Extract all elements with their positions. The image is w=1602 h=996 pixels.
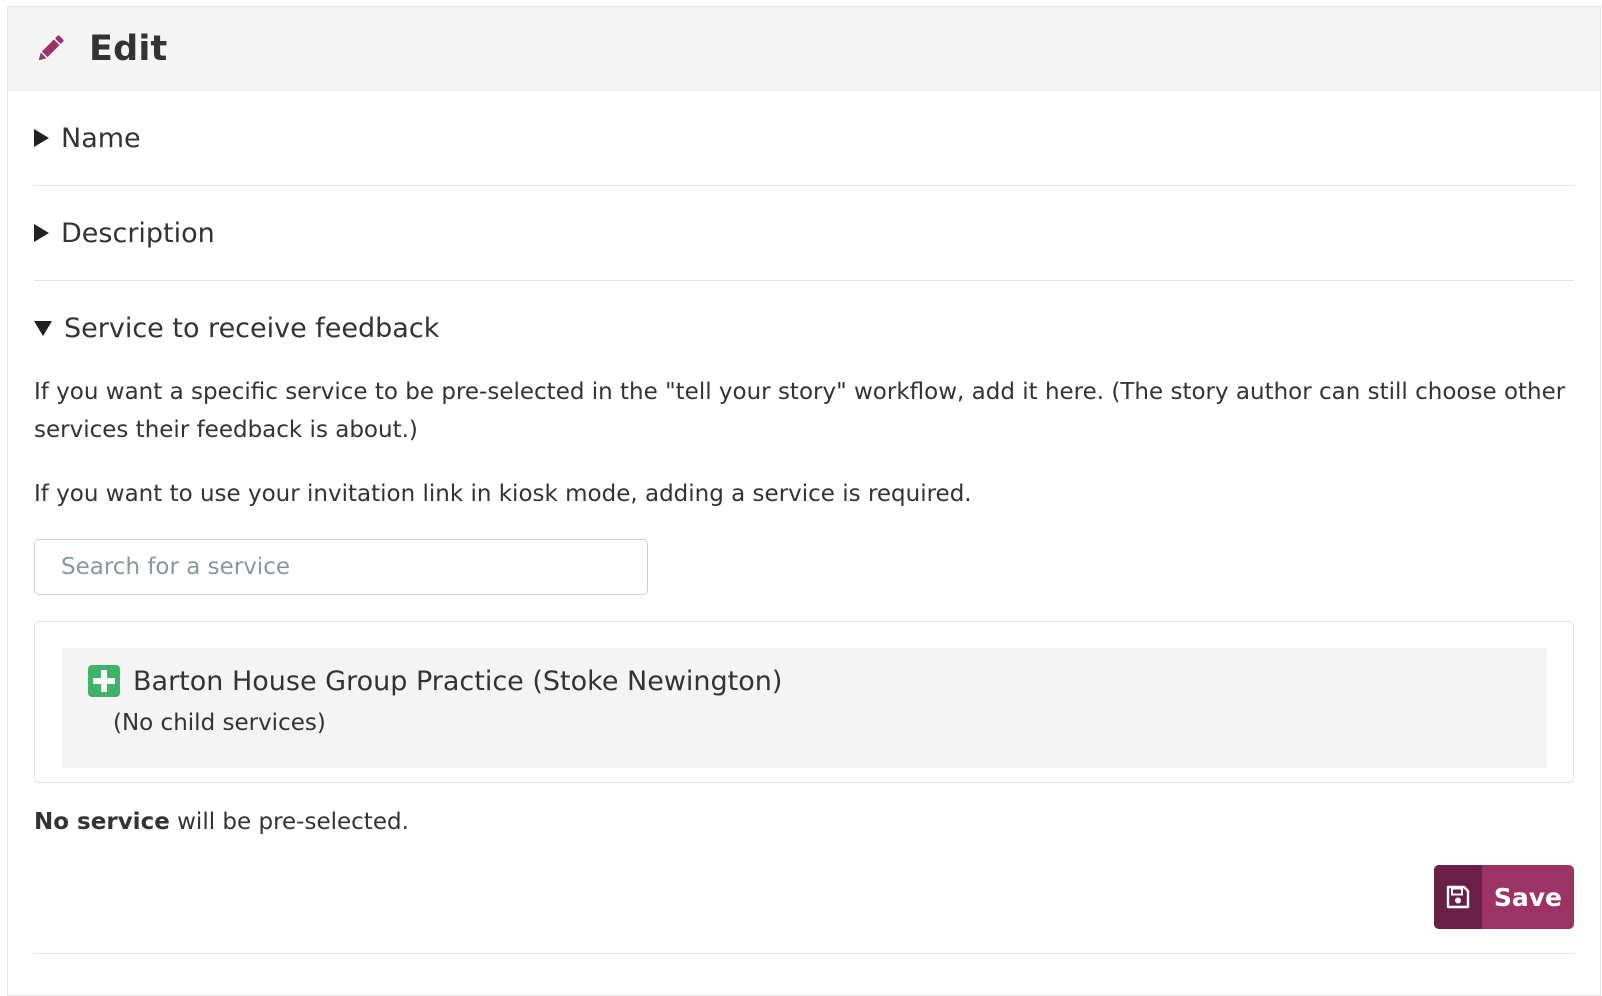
section-description-label: Description [61,217,215,249]
plus-square-icon[interactable] [88,665,120,697]
page-title: Edit [89,28,168,69]
section-description-toggle[interactable]: Description [34,186,1574,280]
section-name-toggle[interactable]: Name [34,91,1574,185]
section-service-label: Service to receive feedback [64,312,440,344]
pencil-icon [33,32,67,66]
section-name-label: Name [61,122,141,154]
section-service-toggle[interactable]: Service to receive feedback [34,281,1574,375]
service-result-item[interactable]: Barton House Group Practice (Stoke Newin… [62,648,1547,768]
preselection-status-bold: No service [34,809,170,835]
panel-body: Name Description Service to receive feed… [8,91,1600,954]
service-results: Barton House Group Practice (Stoke Newin… [34,621,1574,783]
preselection-status: No service will be pre-selected. [34,809,1574,835]
save-button-label: Save [1493,882,1562,912]
preselection-status-rest: will be pre-selected. [169,809,409,835]
section-name: Name [34,91,1574,186]
child-services-note: (No child services) [113,710,326,736]
kiosk-help-text: If you want to use your invitation link … [34,481,972,507]
edit-panel: Edit Name Description Service to receive… [7,6,1601,996]
service-result-name: Barton House Group Practice (Stoke Newin… [133,665,783,697]
panel-header: Edit [8,7,1600,91]
caret-down-icon [34,320,52,336]
service-help-text: If you want a specific service to be pre… [34,379,1566,443]
floppy-disk-icon [1433,865,1482,929]
save-button[interactable]: Save [1433,865,1574,929]
caret-right-icon [34,129,49,147]
form-actions: Save [34,865,1574,953]
service-search-input[interactable] [34,539,648,595]
section-description: Description [34,186,1574,281]
section-service: Service to receive feedback If you want … [34,281,1574,954]
service-result-row: Barton House Group Practice (Stoke Newin… [88,660,1521,702]
caret-right-icon [34,224,49,242]
